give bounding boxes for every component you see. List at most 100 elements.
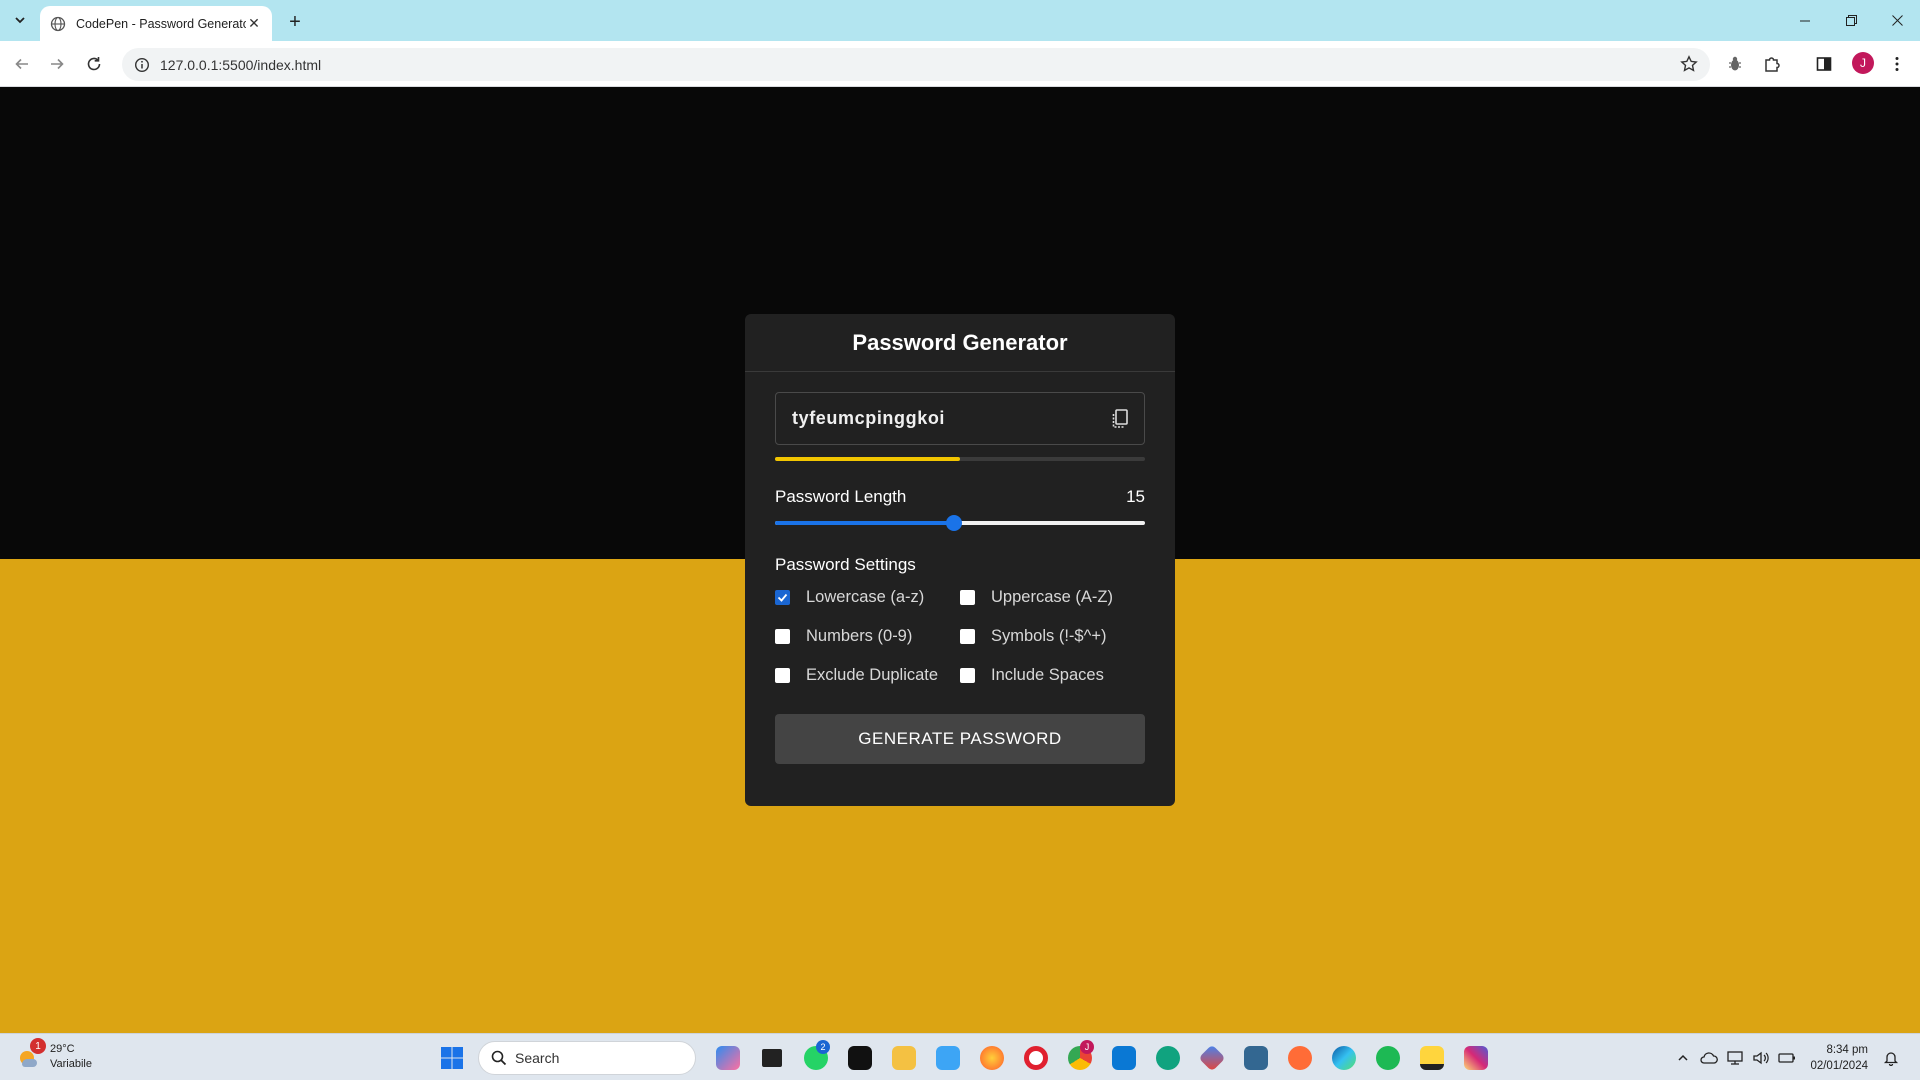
- checkbox-numbers[interactable]: [775, 629, 790, 644]
- option-lowercase[interactable]: Lowercase (a-z): [775, 587, 960, 608]
- weather-widget[interactable]: 1 29°C Variabile: [16, 1038, 92, 1072]
- length-row: Password Length 15: [775, 487, 1145, 507]
- window-controls: [1782, 0, 1920, 41]
- length-value: 15: [1126, 487, 1145, 506]
- checkbox-symbols[interactable]: [960, 629, 975, 644]
- chrome-app[interactable]: J: [1058, 1040, 1102, 1074]
- postgresql-app[interactable]: [1234, 1042, 1278, 1074]
- generate-password-button[interactable]: GENERATE PASSWORD: [775, 714, 1145, 764]
- opera-app[interactable]: [1014, 1042, 1058, 1074]
- instagram-app[interactable]: [1454, 1042, 1498, 1074]
- forward-button[interactable]: [43, 50, 71, 78]
- close-tab-icon[interactable]: ✕: [246, 15, 262, 32]
- option-label: Uppercase (A-Z): [991, 588, 1113, 606]
- reload-button[interactable]: [80, 50, 108, 78]
- checkbox-lowercase[interactable]: [775, 590, 790, 605]
- option-symbols[interactable]: Symbols (!-$^+): [960, 626, 1145, 647]
- option-numbers[interactable]: Numbers (0-9): [775, 626, 960, 647]
- password-output[interactable]: tyfeumcpinggkoi: [775, 392, 1145, 445]
- battery-icon: [1778, 1053, 1796, 1063]
- slider-fill: [775, 521, 954, 525]
- strength-fill: [775, 457, 960, 461]
- reload-icon: [87, 57, 101, 71]
- network-button[interactable]: [1724, 1047, 1746, 1069]
- chevron-down-icon: [15, 17, 25, 24]
- postman-app[interactable]: [1278, 1042, 1322, 1074]
- task-view-icon: [762, 1049, 782, 1067]
- checkbox-uppercase[interactable]: [960, 590, 975, 605]
- vscode-icon: [1112, 1046, 1136, 1070]
- copy-icon[interactable]: [1110, 408, 1130, 430]
- option-uppercase[interactable]: Uppercase (A-Z): [960, 587, 1145, 608]
- browser-menu-button[interactable]: [1886, 53, 1908, 75]
- edge-icon: [1332, 1046, 1356, 1070]
- password-text[interactable]: tyfeumcpinggkoi: [792, 408, 945, 429]
- search-icon: [491, 1050, 507, 1066]
- network-icon: [1727, 1051, 1744, 1065]
- settings-title: Password Settings: [775, 555, 916, 574]
- length-label: Password Length: [775, 487, 907, 506]
- chatgpt-app[interactable]: [1146, 1042, 1190, 1074]
- checkbox-exclude-duplicate[interactable]: [775, 668, 790, 683]
- restore-button[interactable]: [1828, 0, 1874, 41]
- volume-button[interactable]: [1750, 1047, 1772, 1069]
- elephant-icon: [1244, 1046, 1268, 1070]
- battery-button[interactable]: [1776, 1047, 1798, 1069]
- spotify-icon: [1376, 1046, 1400, 1070]
- strength-indicator: [775, 457, 1145, 461]
- postman-icon: [1288, 1046, 1312, 1070]
- star-icon[interactable]: [1680, 55, 1698, 73]
- sticky-notes-app[interactable]: [1410, 1042, 1454, 1074]
- tab-search-button[interactable]: [8, 8, 32, 32]
- weather-icon: 1: [16, 1038, 46, 1070]
- browser-tab-active[interactable]: CodePen - Password Generator ✕: [40, 6, 272, 41]
- new-tab-button[interactable]: +: [282, 9, 308, 35]
- more-vertical-icon: [1895, 57, 1899, 71]
- profile-avatar[interactable]: J: [1852, 52, 1874, 74]
- copilot-app[interactable]: [706, 1042, 750, 1074]
- sticky-note-icon: [1420, 1046, 1444, 1070]
- app-title: Password Generator: [745, 314, 1175, 372]
- extensions-button[interactable]: [1761, 53, 1783, 75]
- edge-app[interactable]: [1322, 1042, 1366, 1074]
- pinned-apps: 2 J: [706, 1040, 1498, 1074]
- close-window-button[interactable]: [1874, 0, 1920, 41]
- gemini-app[interactable]: [1190, 1042, 1234, 1074]
- minimize-icon: [1800, 20, 1810, 21]
- length-slider[interactable]: [775, 515, 1145, 531]
- slider-thumb[interactable]: [945, 515, 962, 531]
- whatsapp-app[interactable]: 2: [794, 1040, 838, 1074]
- spotify-app[interactable]: [1366, 1042, 1410, 1074]
- onedrive-button[interactable]: [1698, 1047, 1720, 1069]
- tray-expand-button[interactable]: [1672, 1047, 1694, 1069]
- side-panel-button[interactable]: [1813, 53, 1835, 75]
- medium-icon: [848, 1046, 872, 1070]
- info-icon[interactable]: [134, 57, 150, 73]
- weather-temp: 29°C: [50, 1043, 75, 1055]
- checkbox-include-spaces[interactable]: [960, 668, 975, 683]
- firefox-app[interactable]: [970, 1042, 1014, 1074]
- url-text[interactable]: 127.0.0.1:5500/index.html: [160, 57, 321, 73]
- browser-tab-bar: CodePen - Password Generator ✕ +: [0, 0, 1920, 41]
- medium-app[interactable]: [838, 1042, 882, 1074]
- folder-icon: [892, 1046, 916, 1070]
- file-explorer-app[interactable]: [882, 1042, 926, 1074]
- address-bar[interactable]: 127.0.0.1:5500/index.html: [122, 48, 1710, 81]
- extension-bug-icon[interactable]: [1724, 53, 1746, 75]
- vscode-app[interactable]: [1102, 1042, 1146, 1074]
- windows-start-icon[interactable]: [440, 1046, 464, 1070]
- option-exclude-duplicate[interactable]: Exclude Duplicate: [775, 665, 960, 686]
- notifications-button[interactable]: [1880, 1047, 1902, 1069]
- clock[interactable]: 8:34 pm 02/01/2024: [1810, 1042, 1868, 1074]
- option-label: Lowercase (a-z): [806, 588, 925, 606]
- option-include-spaces[interactable]: Include Spaces: [960, 665, 1145, 686]
- back-button[interactable]: [8, 50, 36, 78]
- task-view-app[interactable]: [750, 1042, 794, 1074]
- page-viewport: Password Generator tyfeumcpinggkoi Passw…: [0, 87, 1920, 1033]
- taskbar-search[interactable]: Search: [478, 1041, 696, 1075]
- chrome-badge: J: [1080, 1040, 1094, 1054]
- volume-icon: [1753, 1051, 1770, 1065]
- winget-app[interactable]: [926, 1042, 970, 1074]
- close-icon: [1891, 15, 1903, 26]
- minimize-button[interactable]: [1782, 0, 1828, 41]
